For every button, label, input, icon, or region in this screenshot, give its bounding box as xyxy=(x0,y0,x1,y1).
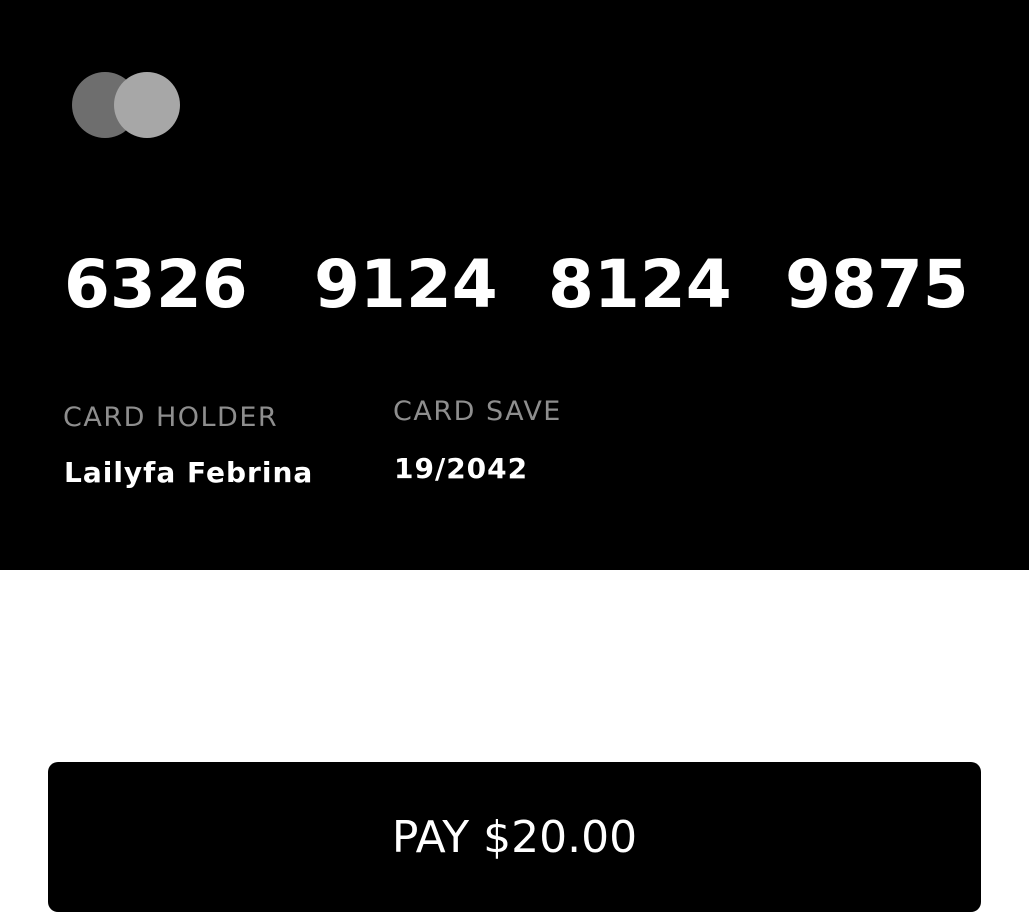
card-holder-name: Lailyfa Febrina xyxy=(64,456,314,489)
card-number-group-4: 9875 xyxy=(785,246,969,323)
card-network-logo-icon xyxy=(72,72,182,138)
card-number-group-1: 6326 xyxy=(64,246,248,323)
logo-right-circle xyxy=(114,72,180,138)
card-number-group-3: 8124 xyxy=(548,246,732,323)
card-number-group-2: 9124 xyxy=(314,246,498,323)
credit-card: 6326 9124 8124 9875 CARD HOLDER Lailyfa … xyxy=(0,0,1029,570)
card-save-label: CARD SAVE xyxy=(393,396,562,427)
pay-button[interactable]: PAY $20.00 xyxy=(48,762,981,912)
card-holder-label: CARD HOLDER xyxy=(63,402,279,433)
card-save-value: 19/2042 xyxy=(394,452,529,485)
